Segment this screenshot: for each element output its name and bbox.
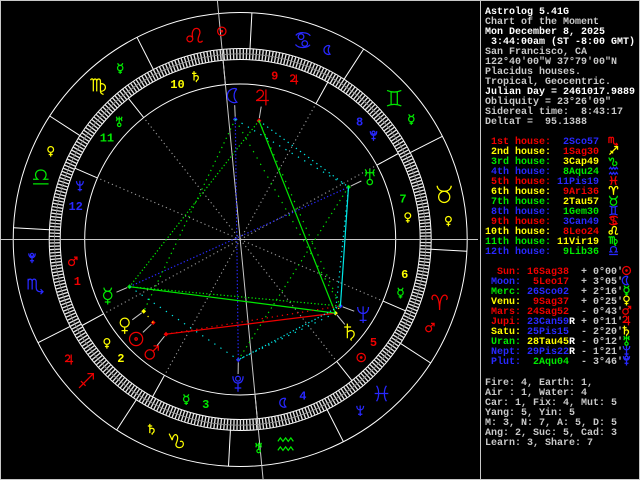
svg-text:12: 12: [68, 200, 82, 214]
svg-text:Plut: 2Aqu04 - 3°46': Plut: 2Aqu04 - 3°46': [485, 356, 623, 368]
svg-text:8: 8: [356, 116, 363, 130]
svg-text:2: 2: [117, 352, 124, 366]
svg-text:5: 5: [370, 336, 377, 350]
svg-text:9: 9: [271, 69, 278, 83]
svg-text:11: 11: [100, 132, 114, 146]
svg-text:DeltaT = 95.1388: DeltaT = 95.1388: [485, 116, 587, 128]
svg-text:1: 1: [74, 275, 81, 289]
svg-text:12th house: 9Lib36: 12th house: 9Lib36: [485, 246, 599, 258]
svg-text:7: 7: [399, 192, 406, 206]
svg-text:3: 3: [202, 398, 209, 412]
svg-text:4: 4: [299, 390, 306, 404]
svg-text:10: 10: [170, 78, 184, 92]
svg-text:Learn: 3, Share: 7: Learn: 3, Share: 7: [485, 437, 593, 449]
svg-text:6: 6: [401, 268, 408, 282]
